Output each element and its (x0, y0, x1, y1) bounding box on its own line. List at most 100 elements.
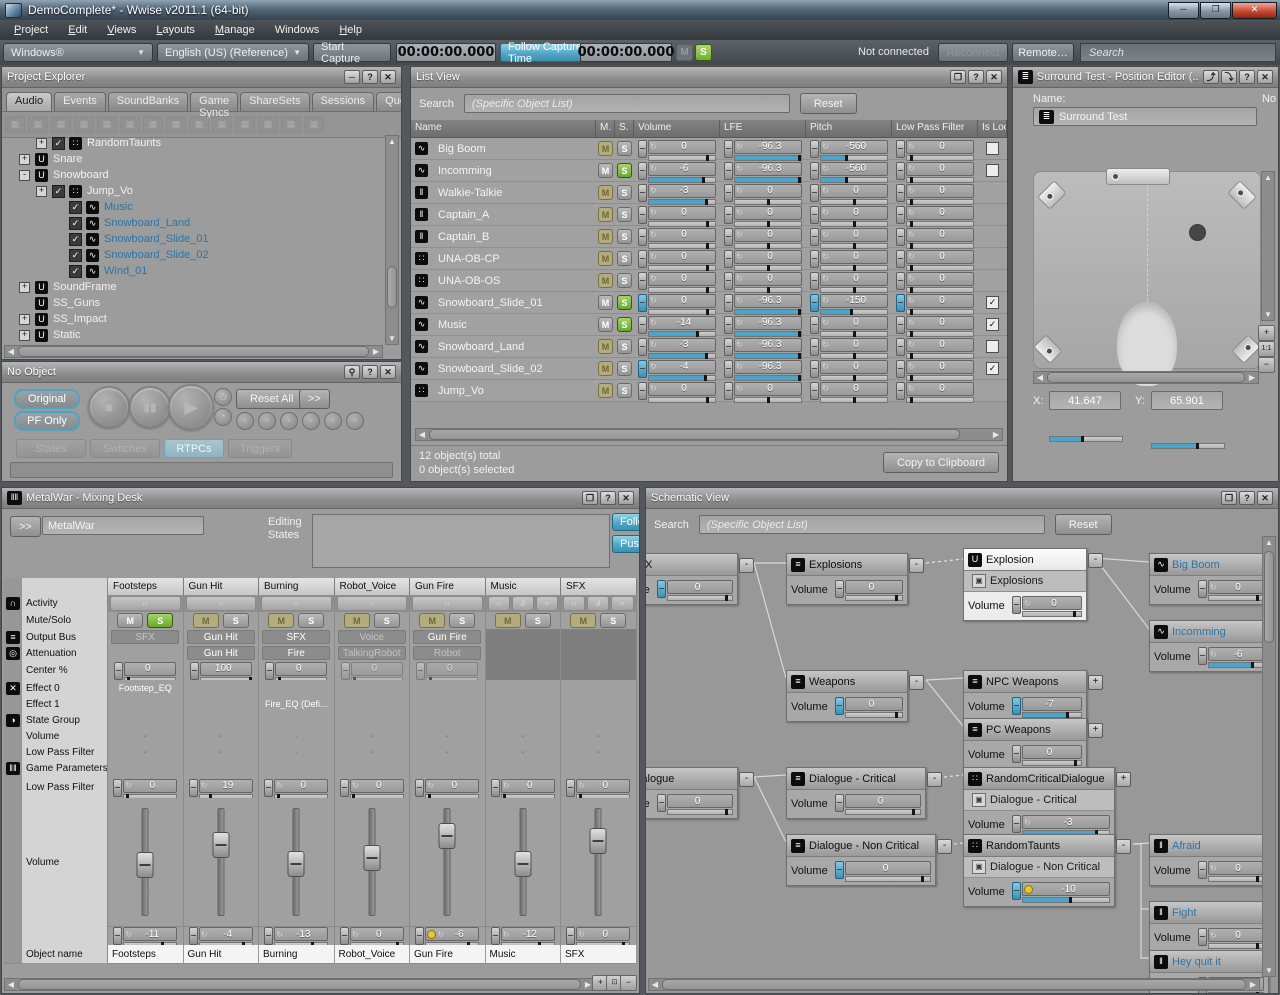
pf-only-button[interactable]: PF Only (14, 411, 80, 431)
fader-handle[interactable] (514, 850, 532, 877)
slider-grip-icon[interactable] (638, 205, 647, 224)
toolbar-icon[interactable]: ▦ (189, 116, 209, 133)
mute-button[interactable]: M (598, 383, 613, 398)
slider-grip-icon[interactable] (339, 778, 349, 797)
schematic-node-fight[interactable]: ‖ Fight Volume ↻ 0 (1149, 901, 1269, 953)
table-row[interactable]: ‖ Walkie-Talkie M S ↻ -3 ↻ 0 ↻ 0 ↻ 0 (411, 182, 1007, 205)
stage-horizontal-scrollbar[interactable]: ◀ ▶ (1033, 371, 1259, 384)
volume-slider[interactable]: ↻ 0 (634, 227, 720, 249)
headphones-icon[interactable]: ∩ (110, 596, 181, 611)
schematic-node-npc-weapons-bus[interactable]: ≡ NPC Weapons Volume -7 + (963, 670, 1103, 722)
slider-grip-icon[interactable] (566, 927, 576, 945)
reset-value-icon[interactable]: ↻ (351, 780, 360, 791)
tab-audio[interactable]: Audio (6, 92, 53, 111)
slider-grip-icon[interactable] (835, 794, 844, 812)
mute-button[interactable]: M (598, 295, 613, 310)
transport-more-button[interactable]: >> (299, 389, 330, 409)
low-pass-filter-slider[interactable]: ↻ 19 (185, 778, 257, 798)
zoom-in-button[interactable]: + (1258, 325, 1275, 341)
scroll-up-icon[interactable]: ▲ (386, 136, 398, 147)
scroll-right-icon[interactable]: ▶ (990, 429, 1002, 440)
slider-grip-icon[interactable] (724, 315, 733, 334)
mute-button[interactable]: M (598, 317, 613, 332)
slider-grip-icon[interactable] (724, 183, 733, 202)
mute-button[interactable]: M (598, 141, 613, 156)
volume-slider[interactable]: ↻ -6 (634, 161, 720, 183)
object-name-cell[interactable]: Burning (259, 945, 335, 964)
tree-expander-icon[interactable]: - (19, 169, 30, 181)
tree-item-static[interactable]: + U Static (5, 327, 383, 343)
reset-value-icon[interactable]: ↻ (649, 273, 658, 284)
slider-grip-icon[interactable] (189, 661, 199, 680)
reset-value-icon[interactable]: ↻ (502, 780, 511, 791)
volume-slider[interactable]: ↻ -4 (634, 359, 720, 381)
slider-grip-icon[interactable] (896, 315, 905, 334)
is-looping-checkbox[interactable] (986, 340, 999, 353)
tree-checkbox[interactable]: ✓ (69, 264, 82, 278)
scroll-left-icon[interactable]: ◀ (416, 429, 428, 440)
reset-value-icon[interactable]: ↻ (1209, 863, 1218, 874)
lfe-slider[interactable]: ↻ -96.3 (720, 139, 806, 161)
mute-button[interactable]: M (419, 613, 446, 628)
minimize-button[interactable]: ─ (1168, 1, 1199, 19)
slider-grip-icon[interactable] (724, 205, 733, 224)
fader-track[interactable] (594, 808, 602, 916)
is-looping-checkbox[interactable]: ✓ (986, 296, 999, 309)
reset-value-icon[interactable]: ↻ (821, 273, 830, 284)
solo-button[interactable]: S (617, 273, 632, 288)
close-button[interactable]: ✕ (1232, 1, 1277, 19)
headphones-icon[interactable]: ∩ (412, 596, 483, 611)
schematic-node-explosions-bus[interactable]: ≡ Explosions Volume 0 - (786, 553, 924, 605)
is-looping-checkbox[interactable]: ✓ (986, 362, 999, 375)
platform-dropdown[interactable]: Windows® ▼ (3, 43, 153, 62)
table-row[interactable]: ∿ Snowboard_Land M S ↻ -3 ↻ -96.3 ↻ 0 ↻ 0 (411, 336, 1007, 359)
lfe-slider[interactable]: ↻ -96.3 (720, 337, 806, 359)
solo-button[interactable]: S (617, 361, 632, 376)
solo-button[interactable]: S (617, 141, 632, 156)
slider-grip-icon[interactable] (1198, 580, 1207, 598)
help-icon[interactable]: ? (362, 365, 378, 379)
reset-value-icon[interactable]: ↻ (821, 163, 830, 174)
node-volume-slider[interactable]: 0 (1012, 745, 1082, 766)
scroll-down-icon[interactable]: ▼ (1262, 309, 1274, 320)
reset-value-icon[interactable]: ↻ (124, 780, 133, 791)
object-name-cell[interactable]: SFX (561, 945, 637, 964)
collapse-icon[interactable]: - (739, 558, 754, 573)
reset-value-icon[interactable]: ↻ (735, 317, 744, 328)
reset-value-icon[interactable]: ↻ (649, 251, 658, 262)
effect1-cell[interactable] (108, 696, 184, 713)
reset-value-icon[interactable]: ↻ (907, 229, 916, 240)
help-icon[interactable]: ? (600, 491, 616, 505)
session-field[interactable]: MetalWar (42, 516, 204, 535)
scroll-right-icon[interactable]: ▶ (1246, 372, 1258, 383)
slider-grip-icon[interactable] (724, 161, 733, 180)
menu-item-edit[interactable]: Edit (58, 22, 97, 38)
collapse-icon[interactable]: - (909, 558, 924, 573)
reset-value-icon[interactable]: ↻ (1209, 582, 1218, 593)
node-volume-slider[interactable]: ↻0 (1198, 928, 1264, 949)
stop-button[interactable]: ■ (88, 386, 130, 428)
midi-icon[interactable]: ◦ (258, 412, 276, 430)
strip-header-gun fire[interactable]: Gun Fire (410, 578, 486, 596)
schematic-search-input[interactable]: (Specific Object List) (698, 515, 1045, 534)
solo-button[interactable]: S (449, 613, 476, 628)
reset-value-icon[interactable]: ↻ (436, 929, 445, 940)
tree-checkbox[interactable]: ✓ (52, 136, 65, 150)
close-icon[interactable]: ✕ (986, 70, 1002, 84)
tree-checkbox[interactable]: ✓ (52, 184, 65, 198)
y-slider[interactable] (1151, 443, 1225, 449)
node-volume-slider[interactable]: 0 (835, 580, 903, 601)
node-volume-slider[interactable]: 0 (657, 794, 733, 815)
reconnect-button[interactable]: Reconnect (938, 43, 1008, 62)
attenuation-cell[interactable]: TalkingRobot (334, 645, 410, 662)
low-pass-filter-slider[interactable]: ↻ 0 (892, 161, 978, 183)
collapse-icon[interactable]: - (909, 675, 924, 690)
expand-icon[interactable]: + (1088, 723, 1103, 738)
obstruction-icon[interactable]: ◦ (302, 412, 320, 430)
strip-header-robot_voice[interactable]: Robot_Voice (334, 578, 410, 596)
y-value-field[interactable]: 65.901 (1151, 391, 1223, 410)
slider-grip-icon[interactable] (724, 227, 733, 246)
tree-item-snowboard[interactable]: - U Snowboard (5, 167, 383, 183)
loop-icon[interactable]: ◦ (346, 412, 364, 430)
slider-grip-icon[interactable] (638, 161, 647, 180)
